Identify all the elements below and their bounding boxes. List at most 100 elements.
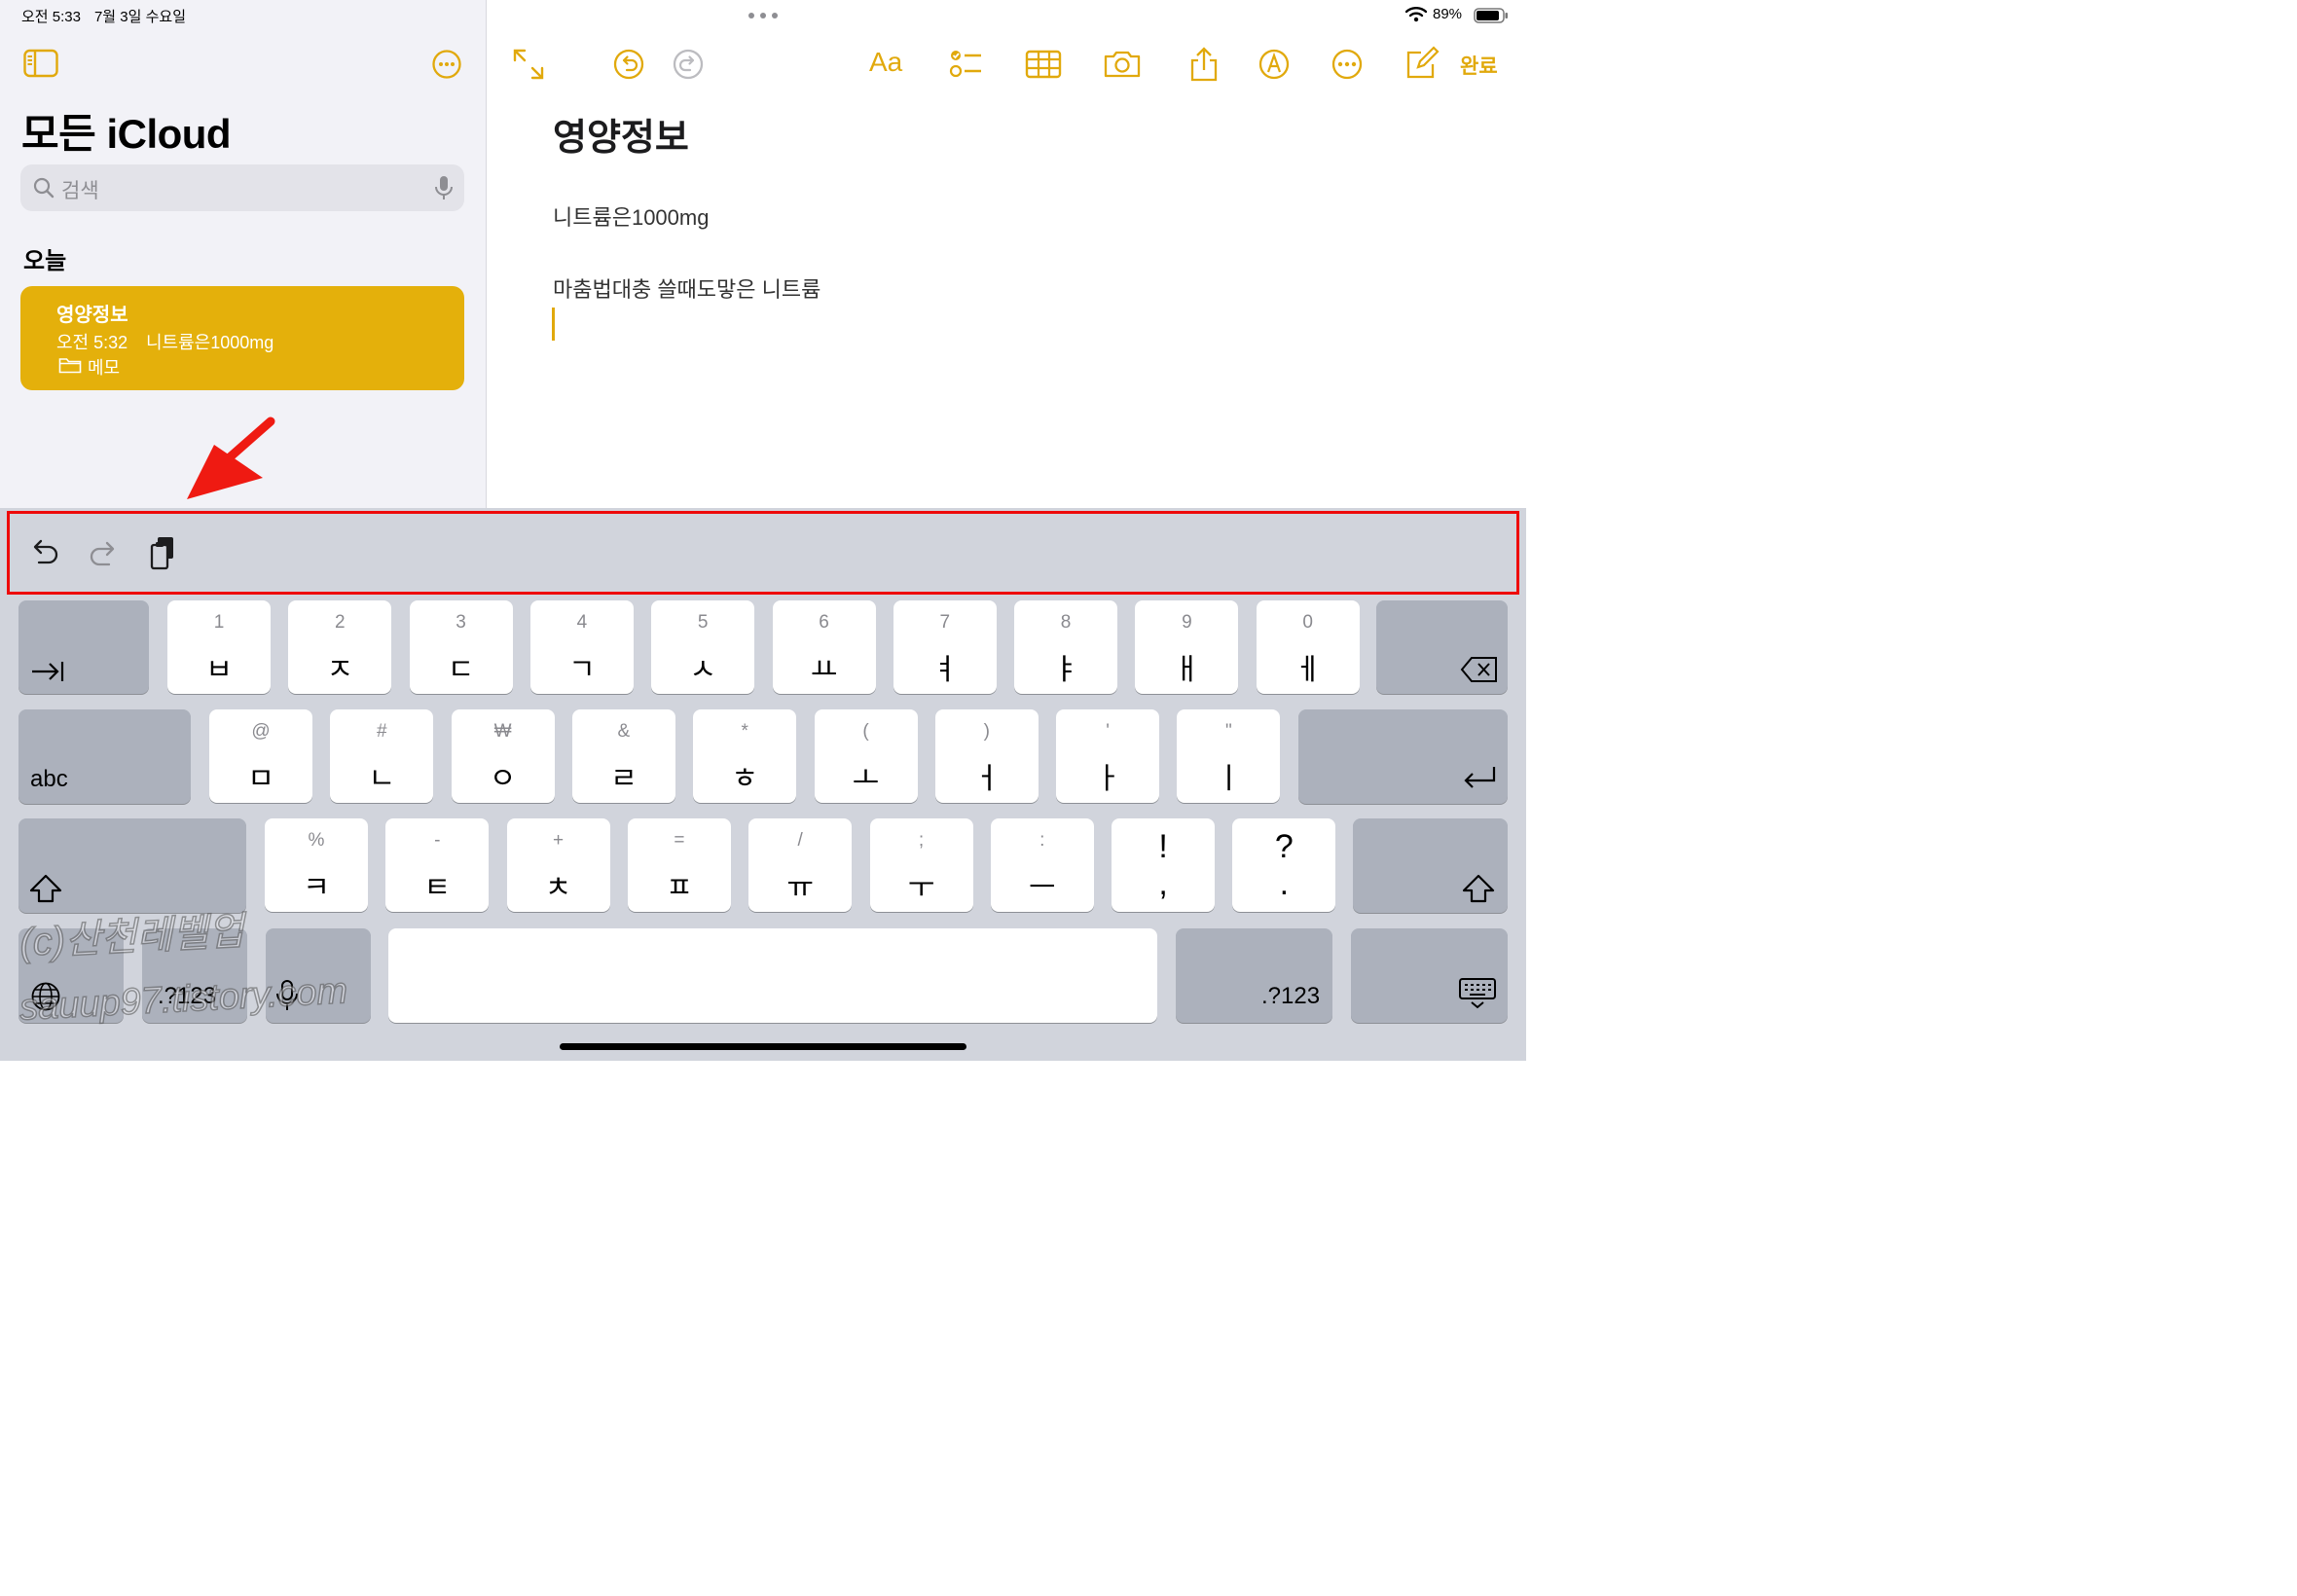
redo-icon[interactable]	[669, 45, 708, 84]
key-secondary-label: 4	[576, 612, 588, 633]
delete-icon	[1460, 655, 1499, 689]
paste-icon[interactable]	[146, 533, 181, 572]
key-row3-4[interactable]: / ㅠ	[748, 818, 853, 912]
format-button[interactable]: Aa	[869, 47, 914, 86]
status-date: 7월 3일 수요일	[93, 9, 186, 25]
key-primary-label: ㅣ	[1215, 763, 1243, 795]
shift-icon	[28, 873, 63, 909]
checklist-icon[interactable]	[946, 45, 985, 84]
key-row2-4[interactable]: * ㅎ	[693, 709, 797, 803]
tab-key[interactable]	[18, 600, 149, 694]
key-secondary-label: 8	[1060, 612, 1072, 633]
keyboard-redo-icon[interactable]	[86, 533, 121, 572]
key-row2-3[interactable]: & ㄹ	[571, 709, 675, 803]
key-row2-7[interactable]: ' ㅏ	[1056, 709, 1160, 803]
key-row2-6[interactable]: ) ㅓ	[934, 709, 1039, 803]
key-row2-0[interactable]: @ ㅁ	[209, 709, 312, 803]
key-row1-3[interactable]: 4ㄱ	[529, 600, 634, 694]
key-row2-1[interactable]: # ㄴ	[330, 709, 434, 803]
folder-icon	[58, 356, 82, 374]
key-primary-label: ㅍ	[666, 872, 693, 904]
numbers-key-label: .?123	[158, 983, 217, 1009]
key-row3-5[interactable]: ; ㅜ	[869, 818, 973, 912]
key-secondary-label: 9	[1182, 612, 1192, 633]
key-row3-0[interactable]: % ㅋ	[265, 818, 368, 912]
hide-keyboard-key[interactable]	[1351, 928, 1508, 1023]
undo-icon[interactable]	[609, 45, 648, 84]
key-secondary-label: !	[1158, 828, 1168, 865]
return-icon	[1462, 764, 1497, 798]
key-secondary-label: 2	[335, 612, 346, 633]
text-cursor	[552, 308, 555, 341]
key-row3-8[interactable]: ?.	[1232, 818, 1336, 912]
compose-icon[interactable]	[1402, 45, 1440, 84]
multitasking-dots-icon[interactable]	[747, 9, 779, 20]
key-secondary-label: /	[797, 830, 803, 851]
key-row1-5[interactable]: 6ㅛ	[772, 600, 876, 694]
key-row3-2[interactable]: + ㅊ	[506, 818, 610, 912]
key-row1-2[interactable]: 3ㄷ	[409, 600, 513, 694]
globe-key[interactable]	[18, 928, 124, 1023]
share-icon[interactable]	[1185, 45, 1223, 84]
tab-icon	[30, 657, 65, 691]
camera-icon[interactable]	[1103, 45, 1142, 84]
note-list-item[interactable]: 영양정보 오전 5:32 니트륨은1000mg 메모	[20, 286, 464, 390]
key-row2-5[interactable]: (ㅗ	[814, 709, 918, 803]
note-item-folder: 메모	[88, 358, 121, 378]
key-primary-label: ㅌ	[423, 872, 452, 904]
key-primary-label: ㅡ	[1028, 872, 1056, 904]
key-secondary-label: &	[617, 721, 631, 742]
status-bar-right: 89%	[1405, 6, 1520, 25]
numbers-key-right[interactable]: .?123	[1176, 928, 1332, 1023]
note-body-line[interactable]: 니트륨은1000mg	[553, 200, 709, 232]
markup-icon[interactable]	[1255, 45, 1294, 84]
key-primary-label: ㅇ	[489, 763, 517, 795]
home-indicator[interactable]	[560, 1043, 966, 1050]
key-primary-label: ㅐ	[1173, 654, 1201, 686]
key-secondary-label: ;	[918, 830, 925, 851]
key-row1-8[interactable]: 9ㅐ	[1135, 600, 1239, 694]
sidebar-toggle-icon[interactable]	[23, 49, 58, 78]
key-row3-7[interactable]: !,	[1112, 818, 1216, 912]
key-primary-label: ㅓ	[972, 763, 1001, 795]
key-row3-3[interactable]: = ㅍ	[627, 818, 731, 912]
key-row3-1[interactable]: -ㅌ	[385, 818, 490, 912]
more-icon[interactable]	[1328, 45, 1367, 84]
key-secondary-label: 3	[456, 612, 466, 633]
key-secondary-label: 5	[697, 612, 709, 633]
note-title[interactable]: 영양정보	[553, 107, 689, 161]
note-body-line[interactable]: 마춤법대충 쓸때도맣은 니트륨	[553, 272, 820, 304]
note-item-title: 영양정보	[56, 305, 128, 326]
abc-key[interactable]: abc	[18, 709, 191, 804]
shift-key-right[interactable]	[1353, 818, 1508, 913]
keyboard-undo-icon[interactable]	[27, 533, 62, 572]
key-row3-6[interactable]: :ㅡ	[990, 818, 1094, 912]
key-secondary-label: #	[377, 721, 387, 742]
done-button[interactable]: 완료	[1460, 51, 1498, 80]
key-secondary-label: :	[1039, 830, 1045, 851]
microphone-icon[interactable]	[433, 174, 455, 201]
delete-key[interactable]	[1376, 600, 1508, 694]
key-row1-4[interactable]: 5ㅅ	[651, 600, 755, 694]
dictation-key[interactable]	[266, 928, 371, 1023]
table-icon[interactable]	[1024, 45, 1063, 84]
sidebar-title: 모든 iCloud	[21, 111, 232, 157]
more-options-icon[interactable]	[431, 49, 462, 80]
wifi-icon	[1405, 7, 1427, 22]
key-row1-0[interactable]: 1ㅂ	[167, 600, 271, 694]
key-primary-label: ㅋ	[303, 872, 330, 904]
key-row2-2[interactable]: ₩ ㅇ	[451, 709, 555, 803]
key-row1-7[interactable]: 8ㅑ	[1014, 600, 1118, 694]
shift-key-left[interactable]	[18, 818, 246, 913]
expand-icon[interactable]	[509, 45, 548, 84]
key-secondary-label: @	[251, 721, 271, 742]
space-key[interactable]	[388, 928, 1157, 1023]
return-key[interactable]	[1298, 709, 1508, 804]
numbers-key-left[interactable]: .?123	[142, 928, 247, 1023]
key-row1-6[interactable]: 7ㅕ	[893, 600, 997, 694]
key-row2-8[interactable]: " ㅣ	[1177, 709, 1281, 803]
key-row1-9[interactable]: 0ㅔ	[1256, 600, 1360, 694]
search-field[interactable]: 검색	[20, 164, 464, 211]
key-row1-1[interactable]: 2ㅈ	[288, 600, 392, 694]
search-placeholder: 검색	[61, 180, 99, 202]
